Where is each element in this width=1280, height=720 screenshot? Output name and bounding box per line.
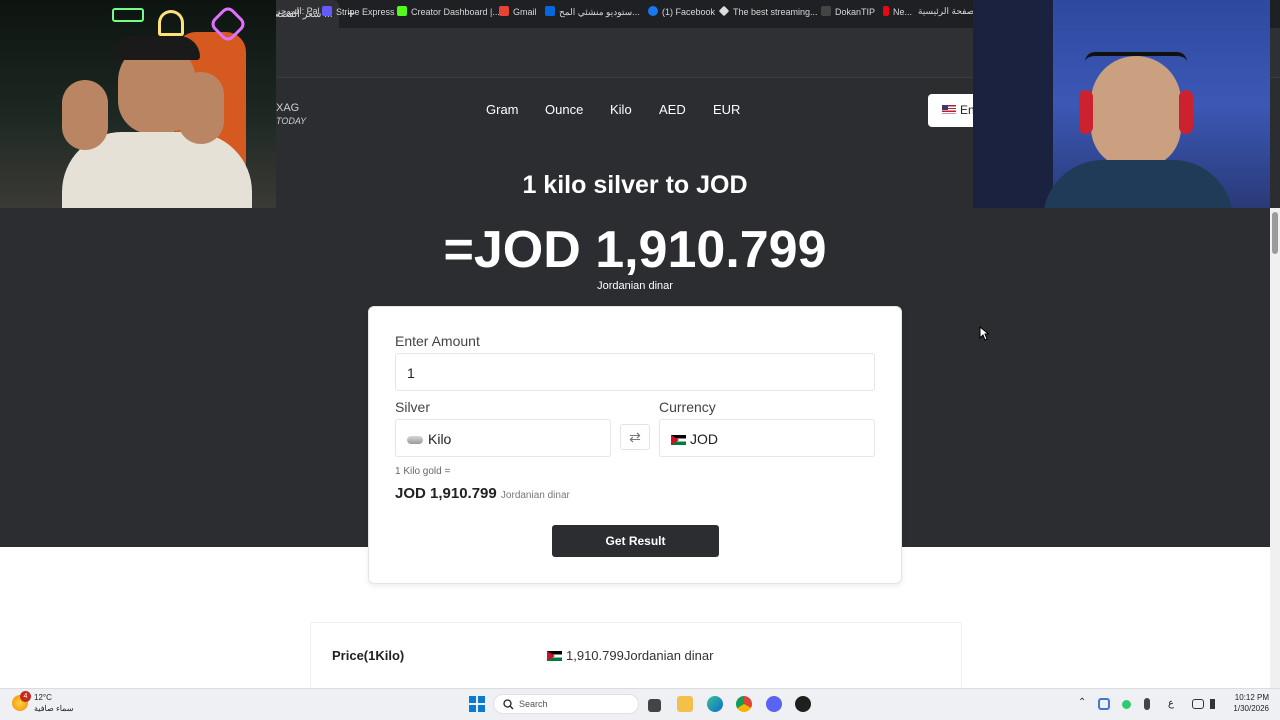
jordan-flag-icon bbox=[547, 651, 562, 661]
edge-icon[interactable] bbox=[707, 696, 723, 712]
netflix-icon bbox=[883, 6, 889, 16]
headphone-band bbox=[1085, 52, 1187, 62]
weather-condition[interactable]: سماء صافية bbox=[34, 704, 74, 713]
table-row-value: 1,910.799Jordanian dinar bbox=[547, 648, 713, 663]
streamer-hand-left bbox=[62, 80, 108, 150]
taskbar-clock-date[interactable]: 1/30/2026 bbox=[1229, 704, 1269, 713]
microphone-icon[interactable] bbox=[1144, 698, 1150, 710]
search-icon bbox=[503, 699, 514, 710]
currency-name: Jordanian dinar bbox=[597, 280, 673, 292]
weather-badge: 4 bbox=[20, 691, 31, 702]
bookmark-2[interactable]: Creator Dashboard |... bbox=[397, 6, 500, 17]
bookmark-3[interactable]: Gmail bbox=[499, 6, 537, 17]
room-corner bbox=[973, 0, 1053, 208]
weather-temperature[interactable]: 12°C bbox=[34, 693, 52, 702]
currency-select[interactable]: JOD bbox=[659, 419, 875, 457]
page-scrollbar[interactable] bbox=[1270, 208, 1280, 688]
silver-unit-select[interactable]: Kilo bbox=[395, 419, 611, 457]
streamer-shirt bbox=[1043, 160, 1233, 208]
amount-input[interactable]: 1 bbox=[395, 353, 875, 391]
site-logo-tagline: TODAY bbox=[276, 116, 307, 126]
gmail-icon bbox=[499, 6, 509, 16]
taskbar-search-input[interactable]: Search bbox=[493, 694, 639, 714]
site-logo[interactable]: XAG bbox=[276, 102, 299, 114]
bookmark-8[interactable]: Ne... bbox=[883, 6, 912, 17]
nav-kilo[interactable]: Kilo bbox=[610, 102, 632, 117]
streamer-hand-right bbox=[178, 72, 224, 144]
result-caption: 1 Kilo gold = bbox=[395, 466, 451, 477]
chrome-icon[interactable] bbox=[736, 696, 752, 712]
webcam-overlay-right bbox=[973, 0, 1270, 208]
conversion-value: =JOD 1,910.799 bbox=[443, 221, 827, 279]
network-icon[interactable] bbox=[1192, 699, 1204, 709]
us-flag-icon bbox=[942, 105, 956, 114]
neon-sign-icon bbox=[112, 8, 144, 22]
result-unit: Jordanian dinar bbox=[500, 490, 570, 501]
table-row-label: Price(1Kilo) bbox=[332, 648, 405, 663]
currency-label: Currency bbox=[659, 399, 716, 415]
meta-icon bbox=[545, 6, 555, 16]
silver-bar-icon bbox=[407, 436, 423, 444]
file-explorer-icon[interactable] bbox=[677, 696, 693, 712]
bookmark-6[interactable]: The best streaming... bbox=[718, 5, 818, 17]
nav-eur[interactable]: EUR bbox=[713, 102, 740, 117]
dokan-icon bbox=[821, 6, 831, 16]
facebook-icon bbox=[648, 6, 658, 16]
stripe-icon bbox=[322, 6, 332, 16]
result-value: JOD 1,910.799 Jordanian dinar bbox=[395, 485, 570, 502]
swap-icon[interactable]: ⇄ bbox=[620, 424, 650, 450]
streamer-hair bbox=[114, 36, 200, 60]
windows-taskbar bbox=[0, 688, 1280, 720]
volume-icon[interactable] bbox=[1210, 699, 1220, 709]
chevron-up-icon[interactable]: ⌃ bbox=[1078, 697, 1086, 708]
bookmark-7[interactable]: DokanTIP bbox=[821, 6, 875, 17]
sync-icon[interactable] bbox=[1098, 698, 1110, 710]
headphone-cup-left bbox=[1079, 90, 1093, 134]
nav-gram[interactable]: Gram bbox=[486, 102, 519, 117]
nav-aed[interactable]: AED bbox=[659, 102, 686, 117]
streamer-face bbox=[1091, 56, 1181, 168]
scrollbar-thumb[interactable] bbox=[1272, 212, 1278, 254]
kick-icon bbox=[397, 6, 407, 16]
task-view-icon[interactable] bbox=[648, 699, 661, 712]
windows-start-icon[interactable] bbox=[469, 696, 485, 712]
neon-logo-icon bbox=[158, 10, 184, 36]
bookmark-1[interactable]: Stripe Express bbox=[322, 6, 395, 17]
nav-ounce[interactable]: Ounce bbox=[545, 102, 583, 117]
taskbar-clock-time[interactable]: 10:12 PM bbox=[1233, 693, 1269, 702]
mouse-cursor-icon bbox=[979, 326, 989, 341]
discord-icon[interactable] bbox=[766, 696, 782, 712]
headphone-cup-right bbox=[1179, 90, 1193, 134]
bookmark-5[interactable]: (1) Facebook bbox=[648, 6, 715, 17]
jordan-flag-icon bbox=[671, 435, 686, 445]
webcam-overlay-left bbox=[0, 0, 276, 208]
silver-label: Silver bbox=[395, 399, 431, 415]
bookmark-4[interactable]: ستوديو منشئي المح... bbox=[545, 6, 640, 18]
diamond-icon bbox=[718, 5, 730, 17]
get-result-button[interactable]: Get Result bbox=[552, 525, 719, 557]
obs-icon[interactable] bbox=[795, 696, 811, 712]
amount-label: Enter Amount bbox=[395, 333, 480, 349]
status-dot-icon[interactable] bbox=[1122, 700, 1131, 709]
input-language-indicator[interactable]: ع bbox=[1168, 698, 1174, 709]
bookmark-0[interactable]: الموجز: Pal bbox=[276, 6, 320, 17]
